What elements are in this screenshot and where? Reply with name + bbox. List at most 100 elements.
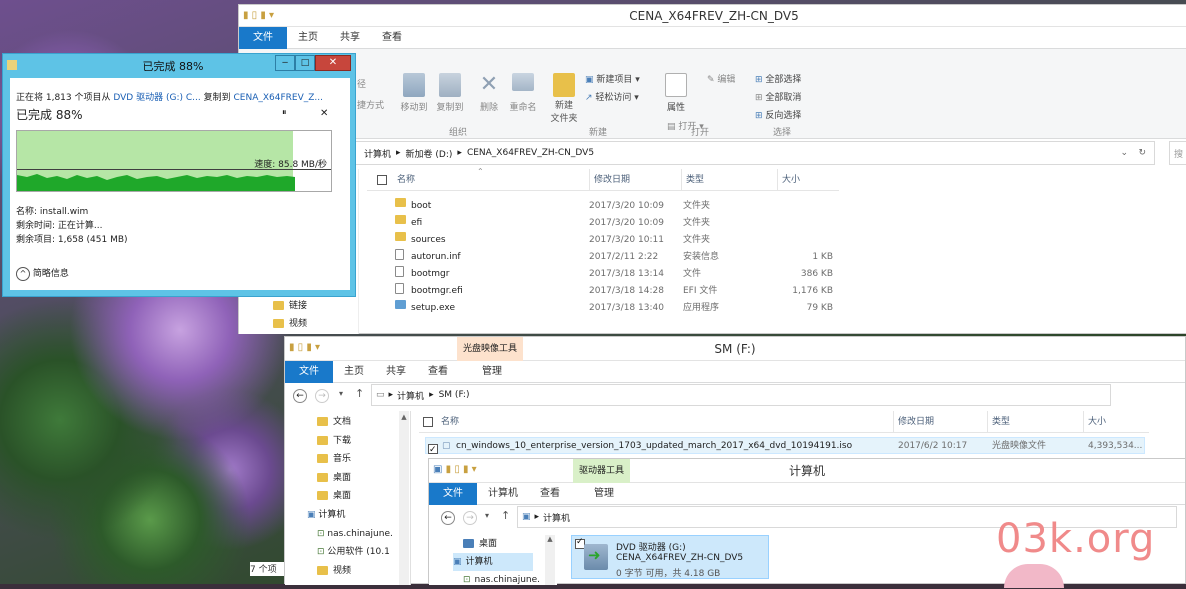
column-size[interactable]: 大小 [1083,411,1106,433]
breadcrumb-computer[interactable]: 计算机 [397,389,424,402]
select-all-button[interactable]: ⊞ 全部选择 [755,72,801,85]
file-type: 光盘映像文件 [992,441,1047,451]
tab-share[interactable]: 共享 [329,27,371,49]
tab-file[interactable]: 文件 [285,360,333,383]
column-name[interactable]: 名称 [397,169,415,191]
column-type[interactable]: 类型 [987,411,1010,433]
nav-item-videos[interactable]: 视频 [273,315,307,333]
less-details-button[interactable]: ^ 简略信息 [16,266,69,281]
new-folder-label: 新建 文件夹 [550,101,578,124]
invert-selection-button[interactable]: ⊞ 反向选择 [755,108,801,121]
dvd-drive-tile[interactable]: ➜ DVD 驱动器 (G:) CENA_X64FREV_ZH-CN_DV5 0 … [571,535,769,579]
maximize-button[interactable]: □ [295,55,315,71]
tab-file[interactable]: 文件 [239,26,287,49]
new-folder-button[interactable]: 新建 文件夹 [547,73,581,126]
delete-button[interactable]: ✕ 删除 [477,73,501,114]
tab-manage[interactable]: 管理 [471,361,513,383]
up-button[interactable]: ↑ [355,387,364,400]
breadcrumb-folder[interactable]: CENA_X64FREV_ZH-CN_DV5 [467,148,594,158]
tab-view[interactable]: 查看 [371,27,413,49]
select-all-checkbox[interactable] [423,417,433,427]
properties-button[interactable]: 属性 [663,73,689,113]
tab-share[interactable]: 共享 [375,361,417,383]
breadcrumb-computer[interactable]: 计算机 [543,511,570,524]
nav-item-5[interactable]: ▣ 计算机 [307,506,345,524]
up-button[interactable]: ↑ [501,509,510,522]
forward-button[interactable]: → [315,389,329,403]
pause-button[interactable]: ⏸ [282,108,287,118]
tab-manage[interactable]: 管理 [583,483,625,505]
back-button[interactable]: ← [293,389,307,403]
context-tab-disc-tools[interactable]: 光盘映像工具 [457,337,524,361]
tab-computer[interactable]: 计算机 [477,483,529,505]
nav-label: nas.chinajune. [327,528,393,539]
title-bar: ▣ ▮ ▯ ▮ ▾ 驱动器工具 计算机 [429,459,1185,483]
cancel-button[interactable]: ✕ [320,108,328,119]
nav-item-8[interactable]: 视频 [317,562,351,580]
row-checkbox[interactable] [428,442,438,459]
nav-item-3[interactable]: 桌面 [317,469,351,487]
refresh-icon[interactable]: ↻ [1138,148,1146,158]
file-name: setup.exe [411,303,455,313]
tab-home[interactable]: 主页 [287,27,329,49]
file-row-bootmgr[interactable]: bootmgr 2017/3/18 13:14 文件 386 KB [367,266,839,283]
table-row[interactable]: ▢ cn_windows_10_enterprise_version_1703_… [425,437,1145,459]
nav-label: 计算机 [465,557,493,567]
scrollbar[interactable]: ▲ [545,535,555,585]
nav-item-7[interactable]: ⊡ 公用软件 (10.1 [317,543,390,561]
tab-view[interactable]: 查看 [529,483,571,505]
move-to-button[interactable]: 移动到 [399,73,429,113]
address-bar[interactable]: ▭ ▸ 计算机 ▸ SM (F:) [371,384,1111,406]
column-date[interactable]: 修改日期 [589,169,630,191]
tab-view[interactable]: 查看 [417,361,459,383]
recent-dropdown-icon[interactable]: ▾ [485,511,489,520]
file-row-sources[interactable]: sources 2017/3/20 10:11 文件夹 [367,232,839,249]
new-item-button[interactable]: ▣ 新建项目 ▾ [585,72,640,85]
edit-button[interactable]: ✎ 编辑 [707,72,735,85]
copy-to-text: 复制到 [203,93,231,103]
column-name[interactable]: 名称 [441,411,459,433]
close-button[interactable]: ✕ [315,55,351,71]
file-row-setup-exe[interactable]: setup.exe 2017/3/18 13:40 应用程序 79 KB [367,300,839,317]
easy-access-button[interactable]: ↗ 轻松访问 ▾ [585,90,639,103]
copy-to-button[interactable]: 复制到 [435,73,465,113]
dropdown-icon[interactable]: ⌄ [1120,148,1128,158]
scrollbar[interactable]: ▲ [399,411,409,585]
forward-button[interactable]: → [463,511,477,525]
nav-item-1[interactable]: 下载 [317,432,351,450]
file-row-bootmgr-efi[interactable]: bootmgr.efi 2017/3/18 14:28 EFI 文件 1,176 KB [367,283,839,300]
select-none-button[interactable]: ⊞ 全部取消 [755,90,801,103]
breadcrumb-drive[interactable]: 新加卷 (D:) [406,147,453,160]
nav-item-2[interactable]: 音乐 [317,450,351,468]
select-all-label: 全部选择 [765,75,802,85]
folder-icon [317,454,328,464]
nav-item-computer[interactable]: ▣ 计算机 [453,553,533,571]
source-link[interactable]: DVD 驱动器 (G:) C... [113,93,200,103]
context-tab-drive-tools[interactable]: 驱动器工具 [573,459,631,483]
nav-item-nas[interactable]: ⊡ nas.chinajune. [463,571,540,589]
breadcrumb-drive[interactable]: SM (F:) [439,390,470,400]
nav-item-desktop[interactable]: 桌面 [463,535,497,553]
back-button[interactable]: ← [441,511,455,525]
recent-dropdown-icon[interactable]: ▾ [339,389,343,398]
column-date[interactable]: 修改日期 [893,411,934,433]
dest-link[interactable]: CENA_X64FREV_Z... [233,93,323,103]
tab-file[interactable]: 文件 [429,482,477,505]
search-box[interactable]: 搜 [1169,141,1186,165]
column-type[interactable]: 类型 [681,169,704,191]
rename-button[interactable]: 重命名 [507,73,539,113]
chevron-right-icon: ▸ [534,512,540,522]
nav-item-0[interactable]: 文档 [317,413,351,431]
nav-item-6[interactable]: ⊡ nas.chinajune. [317,525,393,543]
file-row-boot[interactable]: boot 2017/3/20 10:09 文件夹 [367,198,839,215]
file-row-autorun-inf[interactable]: autorun.inf 2017/2/11 2:22 安装信息 1 KB [367,249,839,266]
tab-home[interactable]: 主页 [333,361,375,383]
address-bar[interactable]: 计算机 ▸ 新加卷 (D:) ▸ CENA_X64FREV_ZH-CN_DV5 … [355,141,1155,165]
nav-item-4[interactable]: 桌面 [317,487,351,505]
breadcrumb-computer[interactable]: 计算机 [364,147,391,160]
minimize-button[interactable]: ‒ [275,55,295,71]
nav-item-links[interactable]: 链接 [273,297,307,315]
select-all-checkbox[interactable] [377,175,387,185]
file-row-efi[interactable]: efi 2017/3/20 10:09 文件夹 [367,215,839,232]
column-size[interactable]: 大小 [777,169,800,191]
